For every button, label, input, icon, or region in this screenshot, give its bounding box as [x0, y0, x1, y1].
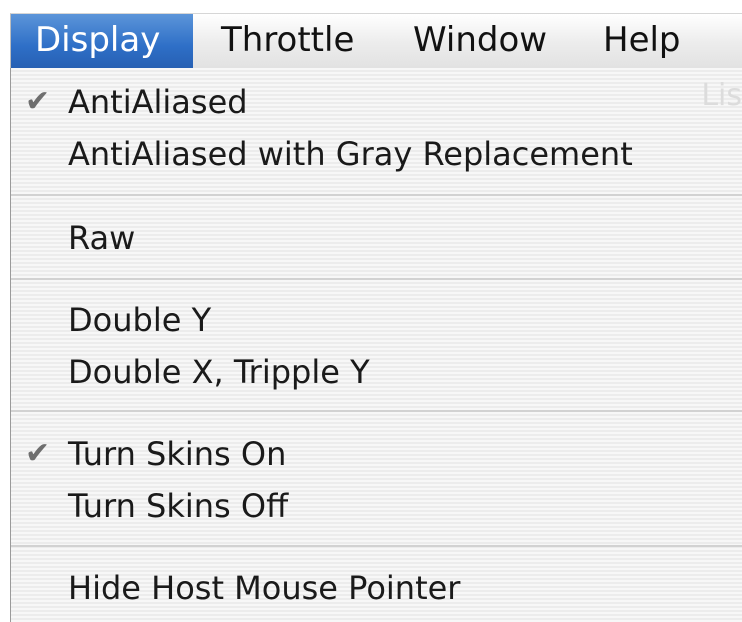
menu-separator — [11, 278, 742, 280]
display-menu-dropdown: Lis ✔ AntiAliased AntiAliased with Gray … — [10, 68, 742, 622]
menu-item-label: AntiAliased with Gray Replacement — [68, 135, 633, 173]
menu-separator — [11, 410, 742, 412]
menu-item-double-y[interactable]: Double Y — [11, 294, 742, 346]
checkmark-icon: ✔ — [25, 436, 51, 471]
menu-item-label: Double Y — [68, 301, 212, 339]
menu-throttle[interactable]: Throttle — [197, 14, 378, 68]
menu-item-label: Turn Skins Off — [68, 487, 289, 525]
menu-help[interactable]: Help — [579, 14, 705, 68]
menu-separator — [11, 545, 742, 547]
menu-item-turn-skins-off[interactable]: Turn Skins Off — [11, 480, 742, 532]
menu-display[interactable]: Display — [11, 14, 193, 68]
menu-item-hide-mouse-pointer[interactable]: Hide Host Mouse Pointer — [11, 562, 742, 614]
checkmark-icon: ✔ — [25, 84, 51, 119]
menu-item-antialiased[interactable]: ✔ AntiAliased — [11, 76, 742, 128]
menu-item-raw[interactable]: Raw — [11, 212, 742, 264]
app-screen: Display Throttle Window Help Lis ✔ AntiA… — [0, 0, 742, 622]
menu-item-antialiased-gray[interactable]: AntiAliased with Gray Replacement — [11, 128, 742, 180]
menu-item-label: AntiAliased — [68, 83, 248, 121]
menu-item-double-x-tripple-y[interactable]: Double X, Tripple Y — [11, 346, 742, 398]
menu-item-turn-skins-on[interactable]: ✔ Turn Skins On — [11, 428, 742, 480]
menu-item-label: Raw — [68, 219, 136, 257]
menu-bar: Display Throttle Window Help — [10, 13, 742, 69]
menu-item-label: Turn Skins On — [68, 435, 287, 473]
menu-separator — [11, 194, 742, 196]
menu-item-label: Double X, Tripple Y — [68, 353, 370, 391]
menu-item-label: Hide Host Mouse Pointer — [68, 569, 461, 607]
menu-window[interactable]: Window — [389, 14, 571, 68]
